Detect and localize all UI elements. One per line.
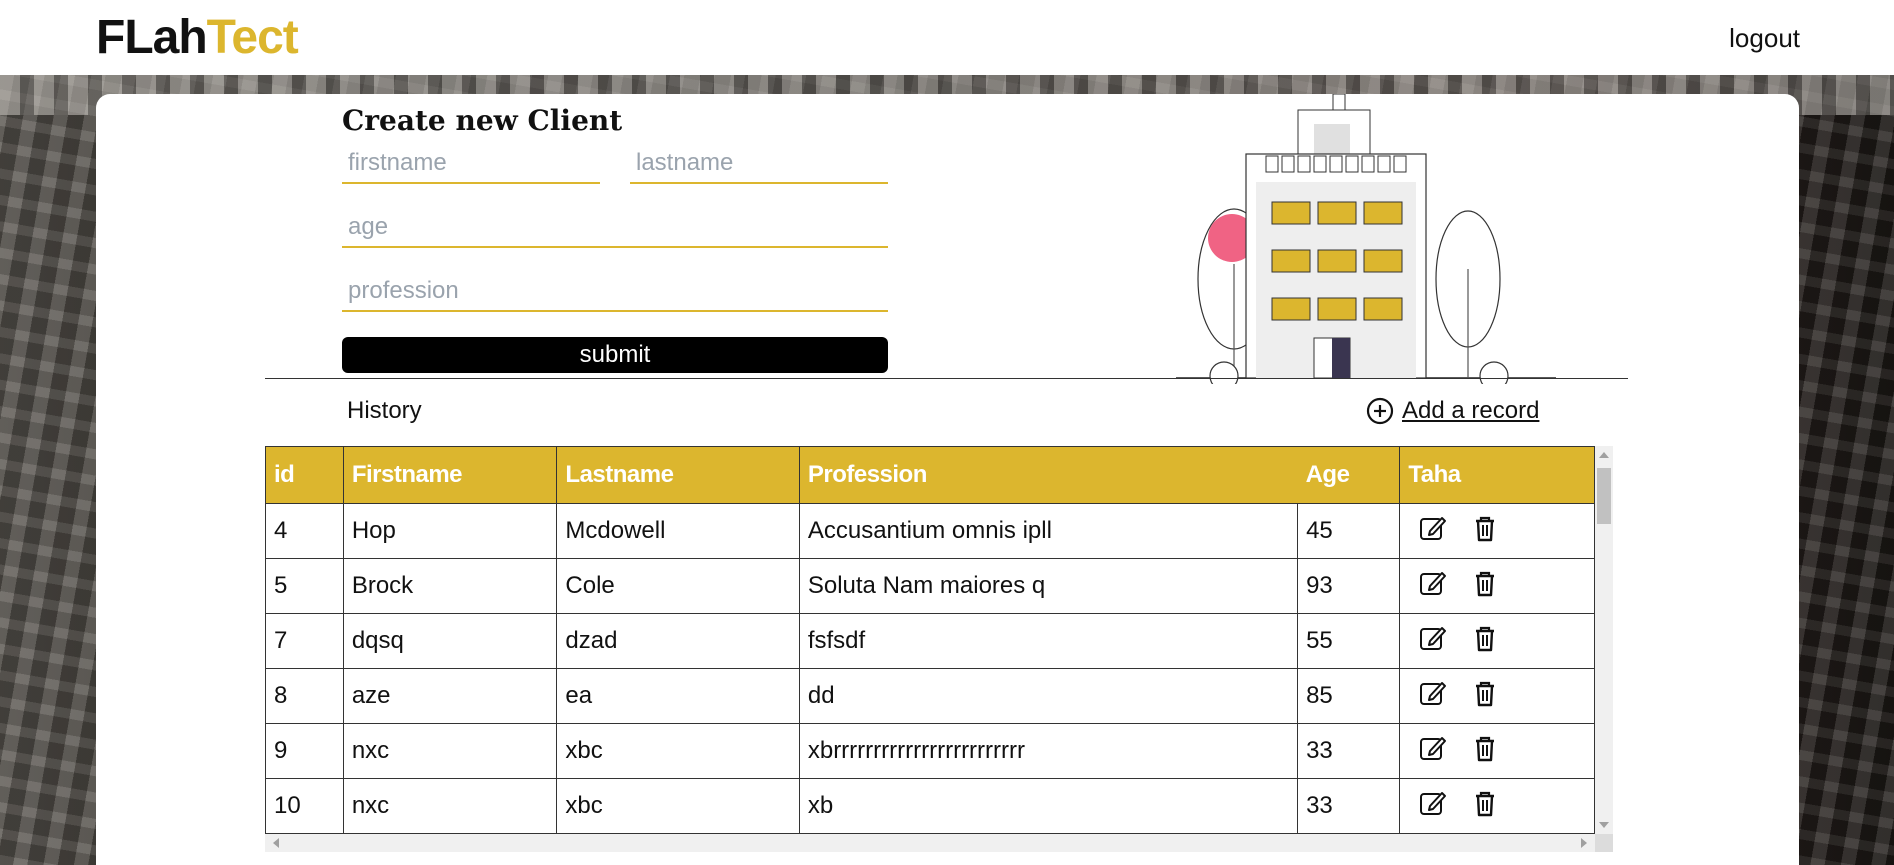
logout-link[interactable]: logout <box>1729 22 1800 54</box>
cell-firstname: Brock <box>342 558 558 614</box>
cell-id: 4 <box>265 503 344 559</box>
cell-age: 33 <box>1297 778 1401 834</box>
cell-firstname: Hop <box>342 503 558 559</box>
cell-firstname: dqsq <box>342 613 558 669</box>
cell-lastname: Cole <box>556 558 800 614</box>
cell-age: 93 <box>1297 558 1401 614</box>
edit-icon[interactable] <box>1418 678 1448 715</box>
edit-icon[interactable] <box>1418 513 1448 550</box>
plus-circle-icon <box>1366 397 1394 425</box>
trash-icon[interactable] <box>1470 678 1500 715</box>
edit-icon[interactable] <box>1418 623 1448 660</box>
table-row: 5 Brock Cole Soluta Nam maiores q 93 <box>265 558 1595 614</box>
cell-actions <box>1399 503 1595 559</box>
cell-id: 5 <box>265 558 344 614</box>
cell-profession: dd <box>798 668 1299 724</box>
scroll-left-arrow[interactable] <box>273 838 279 848</box>
history-table: id Firstname Lastname Profession Age Tah… <box>265 446 1595 834</box>
cell-id: 10 <box>265 778 344 834</box>
trash-icon[interactable] <box>1470 513 1500 550</box>
firstname-input[interactable] <box>342 144 600 184</box>
cell-age: 55 <box>1297 613 1401 669</box>
cell-lastname: Mcdowell <box>556 503 800 559</box>
cell-age: 33 <box>1297 723 1401 779</box>
cell-actions <box>1399 558 1595 614</box>
scrollbar-corner <box>1595 834 1613 852</box>
age-input[interactable] <box>342 208 888 248</box>
cell-lastname: dzad <box>556 613 800 669</box>
scroll-up-arrow[interactable] <box>1599 452 1609 458</box>
table-row: 9 nxc xbc xbrrrrrrrrrrrrrrrrrrrrrrrr 33 <box>265 723 1595 779</box>
cell-profession: xbrrrrrrrrrrrrrrrrrrrrrrrr <box>798 723 1299 779</box>
column-header-age: Age <box>1297 446 1401 504</box>
add-record-link[interactable]: Add a record <box>1366 397 1539 425</box>
history-table-container[interactable]: id Firstname Lastname Profession Age Tah… <box>265 446 1613 852</box>
cell-firstname: nxc <box>342 723 558 779</box>
top-navbar: FLahTect logout <box>0 0 1894 75</box>
scroll-right-arrow[interactable] <box>1581 838 1587 848</box>
scroll-thumb[interactable] <box>1597 468 1611 524</box>
cell-firstname: aze <box>342 668 558 724</box>
cell-profession: Soluta Nam maiores q <box>798 558 1299 614</box>
trash-icon[interactable] <box>1470 568 1500 605</box>
cell-profession: fsfsdf <box>798 613 1299 669</box>
antenna <box>1332 94 1346 111</box>
submit-button[interactable]: submit <box>342 337 888 373</box>
building-illustration <box>1176 94 1556 384</box>
table-row: 8 aze ea dd 85 <box>265 668 1595 724</box>
profession-input[interactable] <box>342 272 888 312</box>
cell-id: 9 <box>265 723 344 779</box>
building-door-panel <box>1332 338 1350 378</box>
left-bush <box>1209 361 1239 384</box>
trash-icon[interactable] <box>1470 733 1500 770</box>
cell-id: 7 <box>265 613 344 669</box>
column-header-taha: Taha <box>1399 446 1595 504</box>
table-row: 4 Hop Mcdowell Accusantium omnis ipll 45 <box>265 503 1595 559</box>
cell-age: 45 <box>1297 503 1401 559</box>
building-windows <box>1271 201 1403 321</box>
cell-firstname: nxc <box>342 778 558 834</box>
column-header-id: id <box>265 446 344 504</box>
building-top-window <box>1314 124 1350 154</box>
cell-actions <box>1399 613 1595 669</box>
add-record-label: Add a record <box>1402 397 1540 424</box>
horizontal-scrollbar[interactable] <box>265 834 1595 852</box>
column-header-profession: Profession <box>798 446 1298 504</box>
edit-icon[interactable] <box>1418 788 1448 825</box>
history-title: History <box>347 397 422 424</box>
brand-logo[interactable]: FLahTect <box>96 10 299 66</box>
logo-text-part2: Tect <box>206 11 299 64</box>
building-top-windows <box>1265 155 1407 173</box>
section-divider <box>265 378 1628 379</box>
cell-age: 85 <box>1297 668 1401 724</box>
table-row: 7 dqsq dzad fsfsdf 55 <box>265 613 1595 669</box>
cell-actions <box>1399 778 1595 834</box>
column-header-lastname: Lastname <box>556 446 800 504</box>
edit-icon[interactable] <box>1418 568 1448 605</box>
cell-lastname: xbc <box>556 778 800 834</box>
edit-icon[interactable] <box>1418 733 1448 770</box>
scroll-down-arrow[interactable] <box>1599 822 1609 828</box>
cell-profession: Accusantium omnis ipll <box>798 503 1299 559</box>
vertical-scrollbar[interactable] <box>1595 446 1613 834</box>
cell-actions <box>1399 668 1595 724</box>
column-header-firstname: Firstname <box>342 446 558 504</box>
table-row: 10 nxc xbc xb 33 <box>265 778 1595 834</box>
table-header-row: id Firstname Lastname Profession Age Tah… <box>265 446 1595 504</box>
trash-icon[interactable] <box>1470 623 1500 660</box>
cell-actions <box>1399 723 1595 779</box>
cell-lastname: ea <box>556 668 800 724</box>
right-bush <box>1479 361 1509 384</box>
table-body: 4 Hop Mcdowell Accusantium omnis ipll 45 5 Bro… <box>265 503 1595 834</box>
cell-lastname: xbc <box>556 723 800 779</box>
form-title: Create new Client <box>342 104 623 137</box>
main-card: Create new Client submit <box>96 94 1799 865</box>
cell-profession: xb <box>798 778 1299 834</box>
trash-icon[interactable] <box>1470 788 1500 825</box>
lastname-input[interactable] <box>630 144 888 184</box>
cell-id: 8 <box>265 668 344 724</box>
logo-text-part1: FLah <box>96 11 208 64</box>
